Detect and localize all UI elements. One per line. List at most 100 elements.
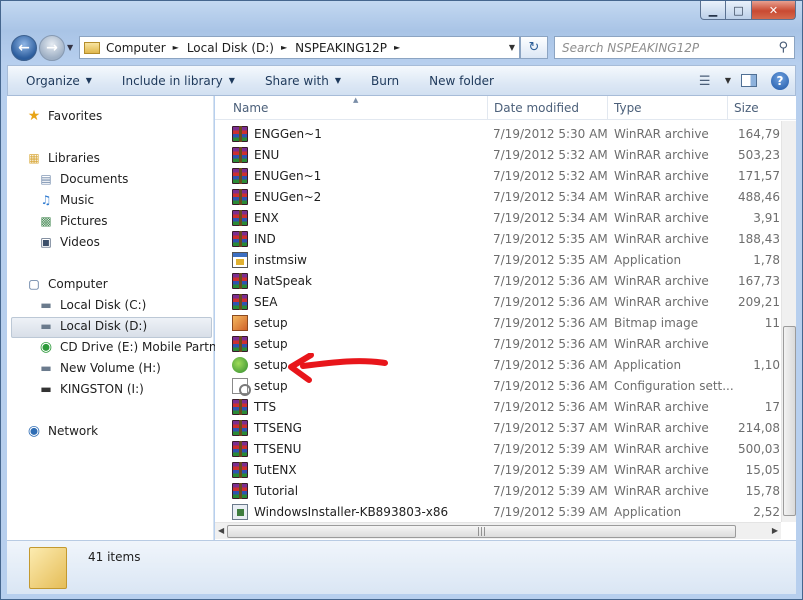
file-type: WinRAR archive <box>614 126 709 141</box>
nav-pictures[interactable]: ▩ Pictures <box>38 210 107 231</box>
search-icon[interactable]: ⚲ <box>778 40 788 55</box>
file-row[interactable]: Tutorial 7/19/2012 5:39 AM WinRAR archive 1… <box>215 480 796 501</box>
vertical-scrollbar[interactable] <box>781 121 796 522</box>
file-size: 1,78 <box>753 252 780 267</box>
file-type: WinRAR archive <box>614 147 709 162</box>
videos-icon: ▣ <box>40 234 52 249</box>
nav-local-disk-c[interactable]: ▬ Local Disk (C:) <box>38 294 146 315</box>
column-type[interactable]: Type <box>608 96 728 120</box>
share-with-menu[interactable]: Share with ▼ <box>265 74 341 88</box>
breadcrumb-computer[interactable]: Computer ► <box>106 41 179 55</box>
nav-local-disk-d[interactable]: ▬ Local Disk (D:) <box>38 315 147 336</box>
file-name: IND <box>232 230 276 247</box>
file-row[interactable]: IND 7/19/2012 5:35 AM WinRAR archive 188,43 <box>215 228 796 249</box>
file-row[interactable]: instmsiw 7/19/2012 5:35 AM Application 1,78 <box>215 249 796 270</box>
vertical-scroll-thumb[interactable] <box>783 326 796 516</box>
file-size: 188,43 <box>738 231 780 246</box>
file-size: 503,23 <box>738 147 780 162</box>
file-row[interactable]: WindowsInstaller-KB893803-x86 7/19/2012 5… <box>215 501 796 522</box>
include-in-library-menu[interactable]: Include in library ▼ <box>122 74 235 88</box>
file-row[interactable]: TTSENU 7/19/2012 5:39 AM WinRAR archive 500… <box>215 438 796 459</box>
file-size: 11 <box>764 315 780 330</box>
file-size: 171,57 <box>738 168 780 183</box>
nav-computer[interactable]: ▢ Computer <box>26 273 107 294</box>
scroll-left-icon[interactable]: ◀ <box>218 526 224 535</box>
column-name[interactable]: Name <box>227 96 488 120</box>
views-dropdown-icon[interactable]: ▼ <box>725 76 731 85</box>
rar-file-icon <box>232 398 248 415</box>
minimize-button[interactable]: ▁ <box>700 1 726 20</box>
nav-favorites[interactable]: ★ Favorites <box>26 105 103 126</box>
breadcrumb-local-disk-d[interactable]: Local Disk (D:) ► <box>187 41 287 55</box>
column-size[interactable]: Size <box>728 96 796 120</box>
maximize-button[interactable]: □ <box>726 1 752 20</box>
file-type: Application <box>614 357 682 372</box>
file-row[interactable]: NatSpeak 7/19/2012 5:36 AM WinRAR archive 1… <box>215 270 796 291</box>
change-view-icon[interactable]: ☰ <box>699 74 719 89</box>
file-date: 7/19/2012 5:36 AM <box>493 399 608 414</box>
address-bar[interactable]: Computer ► Local Disk (D:) ► NSPEAKING12P ►… <box>79 36 520 59</box>
file-row[interactable]: TutENX 7/19/2012 5:39 AM WinRAR archive 15,… <box>215 459 796 480</box>
column-date-modified[interactable]: Date modified <box>488 96 608 120</box>
file-name: ENU <box>232 146 279 163</box>
recent-pages-dropdown[interactable]: ▼ <box>67 43 73 52</box>
file-name: WindowsInstaller-KB893803-x86 <box>232 503 448 520</box>
file-row[interactable]: TTS 7/19/2012 5:36 AM WinRAR archive 17 <box>215 396 796 417</box>
back-button[interactable]: ← <box>11 35 37 61</box>
nav-videos[interactable]: ▣ Videos <box>38 231 100 252</box>
rar-file-icon <box>232 230 248 247</box>
file-size: 488,46 <box>738 189 780 204</box>
organize-menu[interactable]: Organize ▼ <box>26 74 92 88</box>
close-button[interactable]: ✕ <box>752 1 796 20</box>
help-icon[interactable]: ? <box>771 71 789 90</box>
file-name: TTSENU <box>232 440 301 457</box>
nav-kingston[interactable]: ▬ KINGSTON (I:) <box>38 378 143 399</box>
file-date: 7/19/2012 5:36 AM <box>493 378 608 393</box>
address-dropdown-icon[interactable]: ▼ <box>509 43 515 52</box>
file-row[interactable]: ENX 7/19/2012 5:34 AM WinRAR archive 3,91 <box>215 207 796 228</box>
rar-file-icon <box>232 209 248 226</box>
nav-network[interactable]: ◉ Network <box>26 420 98 441</box>
leaf-file-icon <box>232 356 248 373</box>
file-row[interactable]: SEA 7/19/2012 5:36 AM WinRAR archive 209,21 <box>215 291 796 312</box>
chevron-right-icon[interactable]: ► <box>173 43 179 52</box>
file-name: TutENX <box>232 461 297 478</box>
file-date: 7/19/2012 5:36 AM <box>493 336 608 351</box>
network-icon: ◉ <box>27 422 41 439</box>
file-type: WinRAR archive <box>614 483 709 498</box>
red-arrow-annotation <box>288 353 388 383</box>
breadcrumb-nspeaking12p[interactable]: NSPEAKING12P ► <box>295 41 400 55</box>
horizontal-scrollbar[interactable]: ◀ ||| ▶ <box>215 522 781 539</box>
cfg-file-icon <box>232 377 251 396</box>
file-row[interactable]: setup 7/19/2012 5:36 AM Bitmap image 11 <box>215 312 796 333</box>
chevron-right-icon[interactable]: ► <box>281 43 287 52</box>
file-row[interactable]: setup 7/19/2012 5:36 AM WinRAR archive <box>215 333 796 354</box>
file-row[interactable]: TTSENG 7/19/2012 5:37 AM WinRAR archive 214… <box>215 417 796 438</box>
libraries-icon: ▦ <box>28 150 40 165</box>
file-type: WinRAR archive <box>614 168 709 183</box>
drive-icon: ▬ <box>40 360 52 375</box>
new-folder-button[interactable]: New folder <box>429 74 494 88</box>
app-file-icon <box>232 251 248 268</box>
nav-documents[interactable]: ▤ Documents <box>38 168 128 189</box>
file-type: WinRAR archive <box>614 441 709 456</box>
nav-cd-drive[interactable]: ◉ CD Drive (E:) Mobile Partner <box>38 336 229 357</box>
nav-music[interactable]: ♫ Music <box>38 189 95 210</box>
chevron-right-icon[interactable]: ► <box>394 43 400 52</box>
file-row[interactable]: ENUGen~2 7/19/2012 5:34 AM WinRAR archive 4… <box>215 186 796 207</box>
file-row[interactable]: ENGGen~1 7/19/2012 5:30 AM WinRAR archive 1… <box>215 123 796 144</box>
preview-pane-icon[interactable] <box>741 74 757 87</box>
search-input[interactable]: Search NSPEAKING12P ⚲ <box>554 36 795 59</box>
forward-button[interactable]: → <box>39 35 65 61</box>
horizontal-scroll-thumb[interactable]: ||| <box>227 525 736 538</box>
music-icon: ♫ <box>40 192 52 207</box>
file-name: ENUGen~2 <box>232 188 321 205</box>
file-row[interactable]: ENUGen~1 7/19/2012 5:32 AM WinRAR archive 1… <box>215 165 796 186</box>
file-type: Application <box>614 252 682 267</box>
scroll-right-icon[interactable]: ▶ <box>772 526 778 535</box>
burn-button[interactable]: Burn <box>371 74 399 88</box>
file-row[interactable]: ENU 7/19/2012 5:32 AM WinRAR archive 503,23 <box>215 144 796 165</box>
nav-libraries[interactable]: ▦ Libraries <box>26 147 100 168</box>
nav-new-volume[interactable]: ▬ New Volume (H:) <box>38 357 161 378</box>
refresh-button[interactable]: ↻ <box>520 36 548 59</box>
